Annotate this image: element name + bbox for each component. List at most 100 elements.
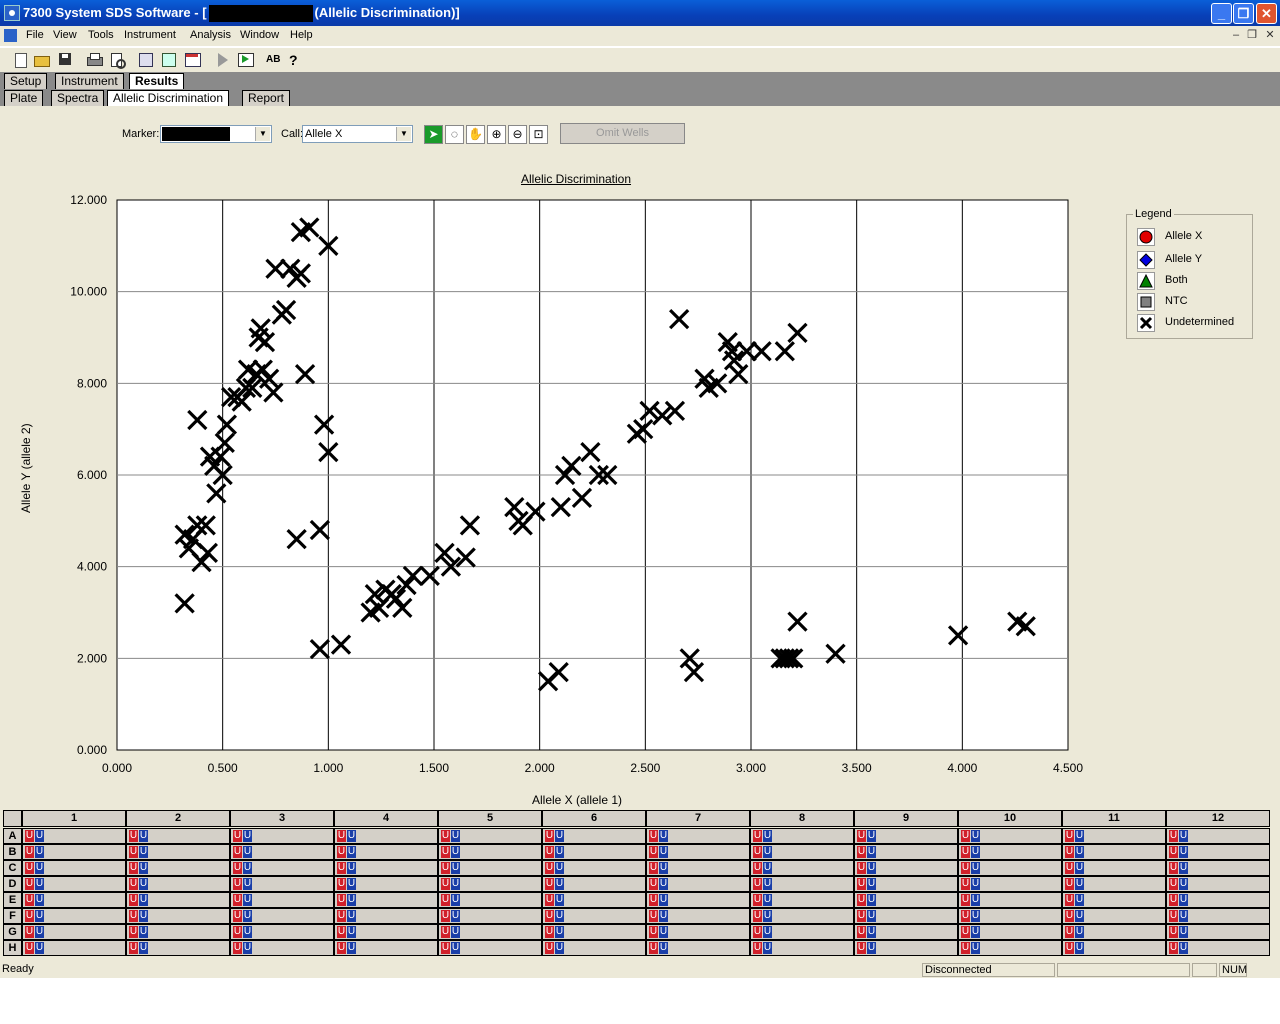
well-B1[interactable]: UU xyxy=(22,844,126,860)
mdi-close-icon[interactable]: ✕ xyxy=(1263,29,1277,43)
row-header[interactable]: E xyxy=(3,892,22,908)
row-header[interactable]: F xyxy=(3,908,22,924)
well-D1[interactable]: UU xyxy=(22,876,126,892)
well-C5[interactable]: UU xyxy=(438,860,542,876)
zoom-fit-icon[interactable]: ⊡ xyxy=(529,125,548,144)
well-C6[interactable]: UU xyxy=(542,860,646,876)
row-header[interactable]: C xyxy=(3,860,22,876)
marker-select[interactable]: ▼ xyxy=(160,125,272,143)
menu-help[interactable]: Help xyxy=(290,29,313,41)
well-C4[interactable]: UU xyxy=(334,860,438,876)
tab-report[interactable]: Report xyxy=(242,90,291,106)
well-E12[interactable]: UU xyxy=(1166,892,1270,908)
call-select[interactable]: Allele X ▼ xyxy=(302,125,413,143)
column-header[interactable]: 4 xyxy=(334,810,438,827)
lasso-tool-icon[interactable]: ◌ xyxy=(445,125,464,144)
print-icon[interactable] xyxy=(86,51,104,69)
column-header[interactable]: 5 xyxy=(438,810,542,827)
spelling-icon[interactable]: AB xyxy=(266,51,284,69)
well-C11[interactable]: UU xyxy=(1062,860,1166,876)
menu-view[interactable]: View xyxy=(53,29,77,41)
well-B10[interactable]: UU xyxy=(958,844,1062,860)
menu-window[interactable]: Window xyxy=(240,29,279,41)
well-A2[interactable]: UU xyxy=(126,828,230,844)
allelic-discrimination-plot[interactable]: 0.000 0.500 1.000 1.500 2.000 2.500 3.000 3.500… xyxy=(0,190,1110,790)
edit-icon[interactable] xyxy=(160,51,178,69)
save-icon[interactable] xyxy=(57,51,75,69)
well-C3[interactable]: UU xyxy=(230,860,334,876)
mdi-restore-icon[interactable]: ❐ xyxy=(1245,29,1259,43)
minimize-button[interactable]: _ xyxy=(1211,3,1232,24)
well-G1[interactable]: UU xyxy=(22,924,126,940)
well-H3[interactable]: UU xyxy=(230,940,334,956)
well-D7[interactable]: UU xyxy=(646,876,750,892)
well-C10[interactable]: UU xyxy=(958,860,1062,876)
well-B7[interactable]: UU xyxy=(646,844,750,860)
well-G4[interactable]: UU xyxy=(334,924,438,940)
column-header[interactable]: 7 xyxy=(646,810,750,827)
well-G11[interactable]: UU xyxy=(1062,924,1166,940)
well-E6[interactable]: UU xyxy=(542,892,646,908)
well-C2[interactable]: UU xyxy=(126,860,230,876)
well-A8[interactable]: UU xyxy=(750,828,854,844)
well-D4[interactable]: UU xyxy=(334,876,438,892)
well-E3[interactable]: UU xyxy=(230,892,334,908)
tab-results[interactable]: Results xyxy=(129,73,185,89)
chevron-down-icon[interactable]: ▼ xyxy=(396,127,411,141)
well-A12[interactable]: UU xyxy=(1166,828,1270,844)
well-F12[interactable]: UU xyxy=(1166,908,1270,924)
column-header[interactable]: 1 xyxy=(22,810,126,827)
well-E5[interactable]: UU xyxy=(438,892,542,908)
well-F2[interactable]: UU xyxy=(126,908,230,924)
app-icon[interactable] xyxy=(4,5,20,21)
document-icon[interactable] xyxy=(4,29,17,42)
well-A6[interactable]: UU xyxy=(542,828,646,844)
chevron-down-icon[interactable]: ▼ xyxy=(255,127,270,141)
well-A4[interactable]: UU xyxy=(334,828,438,844)
well-H7[interactable]: UU xyxy=(646,940,750,956)
omit-wells-button[interactable]: Omit Wells xyxy=(560,123,685,144)
well-A9[interactable]: UU xyxy=(854,828,958,844)
row-header[interactable]: H xyxy=(3,940,22,956)
well-H2[interactable]: UU xyxy=(126,940,230,956)
print-preview-icon[interactable] xyxy=(108,51,126,69)
well-D11[interactable]: UU xyxy=(1062,876,1166,892)
table-icon[interactable] xyxy=(184,51,202,69)
well-D2[interactable]: UU xyxy=(126,876,230,892)
well-E8[interactable]: UU xyxy=(750,892,854,908)
analyze-icon[interactable] xyxy=(237,51,255,69)
well-D3[interactable]: UU xyxy=(230,876,334,892)
tab-allelic-discrimination[interactable]: Allelic Discrimination xyxy=(107,90,230,106)
well-E4[interactable]: UU xyxy=(334,892,438,908)
well-E11[interactable]: UU xyxy=(1062,892,1166,908)
open-folder-icon[interactable] xyxy=(33,51,51,69)
column-header[interactable]: 10 xyxy=(958,810,1062,827)
tab-plate[interactable]: Plate xyxy=(4,90,44,106)
well-D5[interactable]: UU xyxy=(438,876,542,892)
well-D8[interactable]: UU xyxy=(750,876,854,892)
well-F4[interactable]: UU xyxy=(334,908,438,924)
well-H12[interactable]: UU xyxy=(1166,940,1270,956)
well-C1[interactable]: UU xyxy=(22,860,126,876)
well-E1[interactable]: UU xyxy=(22,892,126,908)
well-G6[interactable]: UU xyxy=(542,924,646,940)
well-H9[interactable]: UU xyxy=(854,940,958,956)
well-B8[interactable]: UU xyxy=(750,844,854,860)
well-F7[interactable]: UU xyxy=(646,908,750,924)
zoom-out-icon[interactable]: ⊖ xyxy=(508,125,527,144)
tab-spectra[interactable]: Spectra xyxy=(51,90,105,106)
zoom-document-icon[interactable] xyxy=(137,51,155,69)
well-A5[interactable]: UU xyxy=(438,828,542,844)
well-G5[interactable]: UU xyxy=(438,924,542,940)
well-E9[interactable]: UU xyxy=(854,892,958,908)
well-G8[interactable]: UU xyxy=(750,924,854,940)
well-F9[interactable]: UU xyxy=(854,908,958,924)
well-G12[interactable]: UU xyxy=(1166,924,1270,940)
mdi-minimize-icon[interactable]: – xyxy=(1229,29,1243,43)
well-D10[interactable]: UU xyxy=(958,876,1062,892)
column-header[interactable]: 9 xyxy=(854,810,958,827)
well-G2[interactable]: UU xyxy=(126,924,230,940)
new-document-icon[interactable] xyxy=(12,51,30,69)
well-B12[interactable]: UU xyxy=(1166,844,1270,860)
well-D9[interactable]: UU xyxy=(854,876,958,892)
